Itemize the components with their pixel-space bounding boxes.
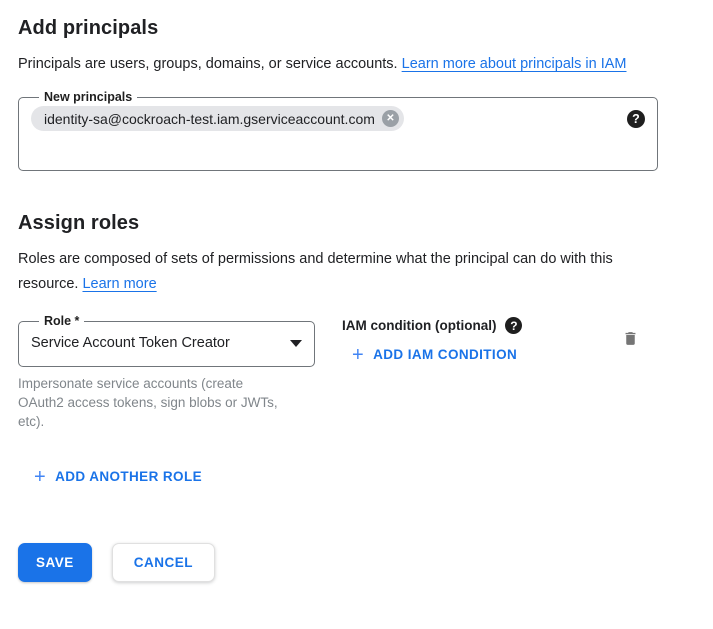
action-bar: SAVE CANCEL — [18, 543, 695, 582]
plus-icon: + — [352, 348, 364, 362]
intro-text: Principals are users, groups, domains, o… — [18, 52, 663, 77]
add-principals-panel: Add principals Principals are users, gro… — [0, 0, 713, 582]
role-label: Role * — [39, 315, 84, 328]
principal-chip-label: identity-sa@cockroach-test.iam.gservicea… — [44, 111, 375, 127]
role-selected-value: Service Account Token Creator — [31, 335, 230, 351]
role-select[interactable]: Role * Service Account Token Creator — [18, 315, 315, 367]
roles-description: Roles are composed of sets of permission… — [18, 247, 633, 297]
iam-condition-label-row: IAM condition (optional) ? — [342, 317, 522, 334]
iam-condition-column: IAM condition (optional) ? + ADD IAM CON… — [342, 315, 522, 366]
intro-text-body: Principals are users, groups, domains, o… — [18, 56, 402, 72]
assign-roles-title: Assign roles — [18, 211, 695, 235]
close-icon: ✕ — [386, 113, 394, 124]
role-helper-text: Impersonate service accounts (create OAu… — [18, 374, 283, 431]
learn-more-roles-link[interactable]: Learn more — [82, 276, 156, 292]
role-column: Role * Service Account Token Creator Imp… — [18, 315, 315, 431]
save-button[interactable]: SAVE — [18, 543, 92, 582]
help-icon: ? — [632, 112, 640, 126]
add-another-role-button[interactable]: + ADD ANOTHER ROLE — [34, 469, 202, 484]
help-icon: ? — [510, 319, 517, 333]
learn-more-principals-link[interactable]: Learn more about principals in IAM — [402, 56, 627, 72]
trash-icon — [622, 329, 639, 348]
remove-principal-button[interactable]: ✕ — [382, 110, 399, 127]
add-another-role-label: ADD ANOTHER ROLE — [55, 469, 202, 484]
principal-chip: identity-sa@cockroach-test.iam.gservicea… — [31, 106, 404, 131]
iam-condition-help-button[interactable]: ? — [505, 317, 522, 334]
principals-help-button[interactable]: ? — [627, 110, 645, 128]
new-principals-field[interactable]: New principals identity-sa@cockroach-tes… — [18, 91, 658, 171]
add-iam-condition-button[interactable]: + ADD IAM CONDITION — [352, 347, 517, 362]
role-row: Role * Service Account Token Creator Imp… — [18, 315, 695, 431]
delete-column — [620, 315, 641, 353]
role-select-row: Service Account Token Creator — [31, 328, 302, 358]
iam-condition-label: IAM condition (optional) — [342, 318, 496, 333]
add-iam-condition-label: ADD IAM CONDITION — [373, 347, 517, 362]
principals-row: identity-sa@cockroach-test.iam.gservicea… — [31, 106, 645, 131]
dropdown-arrow-icon — [290, 340, 302, 347]
cancel-button[interactable]: CANCEL — [112, 543, 215, 582]
new-principals-label: New principals — [39, 91, 137, 104]
plus-icon: + — [34, 470, 46, 484]
delete-role-button[interactable] — [620, 327, 641, 353]
page-title: Add principals — [18, 16, 695, 40]
